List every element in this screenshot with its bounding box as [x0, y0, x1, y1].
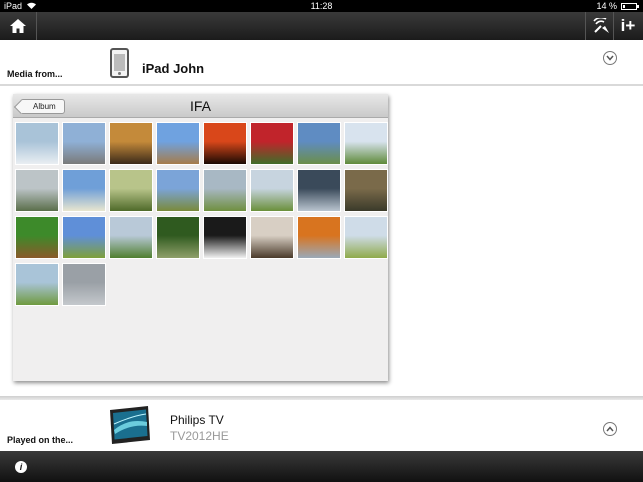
photo-thumbnail[interactable]: [62, 122, 106, 165]
photo-thumbnail[interactable]: [156, 122, 200, 165]
photo-thumbnail[interactable]: [62, 263, 106, 306]
photo-thumbnail[interactable]: [62, 216, 106, 259]
photo-thumbnail[interactable]: [109, 122, 153, 165]
photo-thumbnail[interactable]: [250, 169, 294, 212]
photo-thumbnail[interactable]: [109, 169, 153, 212]
media-source-section: Media from... iPad John: [0, 40, 643, 86]
photo-thumbnail[interactable]: [297, 122, 341, 165]
photo-thumbnail[interactable]: [15, 263, 59, 306]
played-on-label: Played on the...: [7, 435, 74, 445]
content-area: Album IFA: [0, 88, 643, 396]
photo-thumbnail[interactable]: [203, 216, 247, 259]
album-header: Album IFA: [13, 94, 388, 118]
photo-thumbnail[interactable]: [297, 169, 341, 212]
toolbar: i+: [0, 12, 643, 40]
photo-thumbnail[interactable]: [15, 122, 59, 165]
photo-thumbnail[interactable]: [156, 169, 200, 212]
photo-thumbnail[interactable]: [203, 169, 247, 212]
photo-thumbnail[interactable]: [109, 216, 153, 259]
photo-thumbnail[interactable]: [15, 216, 59, 259]
photo-thumbnail[interactable]: [344, 169, 388, 212]
status-bar: iPad 11:28 14 %: [0, 0, 643, 12]
photo-thumbnail[interactable]: [203, 122, 247, 165]
tv-icon: [110, 406, 150, 444]
chevron-up-icon: [606, 426, 614, 432]
info-add-button[interactable]: i+: [614, 12, 642, 40]
photo-thumbnail[interactable]: [250, 216, 294, 259]
renderer-section: Played on the... Philips TV TV2012HE: [0, 400, 643, 451]
home-icon: [10, 19, 26, 33]
renderer-expand-button[interactable]: [603, 422, 617, 436]
source-device-name[interactable]: iPad John: [142, 61, 204, 76]
battery-percent: 14 %: [596, 1, 617, 11]
renderer-name[interactable]: Philips TV: [170, 413, 224, 427]
chevron-down-icon: [606, 55, 614, 61]
media-from-label: Media from...: [7, 69, 63, 79]
photo-thumbnail[interactable]: [297, 216, 341, 259]
photo-thumbnail[interactable]: [156, 216, 200, 259]
source-expand-button[interactable]: [603, 51, 617, 65]
tablet-icon: [110, 48, 129, 78]
info-button[interactable]: i: [15, 461, 27, 473]
connection-icon: [593, 18, 609, 33]
battery-icon: [621, 3, 637, 10]
photo-thumbnail[interactable]: [250, 122, 294, 165]
clock: 11:28: [310, 1, 333, 11]
connect-button[interactable]: [588, 12, 616, 40]
photo-thumbnail[interactable]: [344, 216, 388, 259]
home-button[interactable]: [0, 12, 37, 40]
album-title: IFA: [189, 98, 211, 114]
bottom-bar: i: [0, 451, 643, 482]
renderer-model: TV2012HE: [170, 429, 229, 443]
photo-thumbnail[interactable]: [62, 169, 106, 212]
album-panel: Album IFA: [13, 94, 388, 381]
photo-thumbnail[interactable]: [15, 169, 59, 212]
photo-thumbnail[interactable]: [344, 122, 388, 165]
